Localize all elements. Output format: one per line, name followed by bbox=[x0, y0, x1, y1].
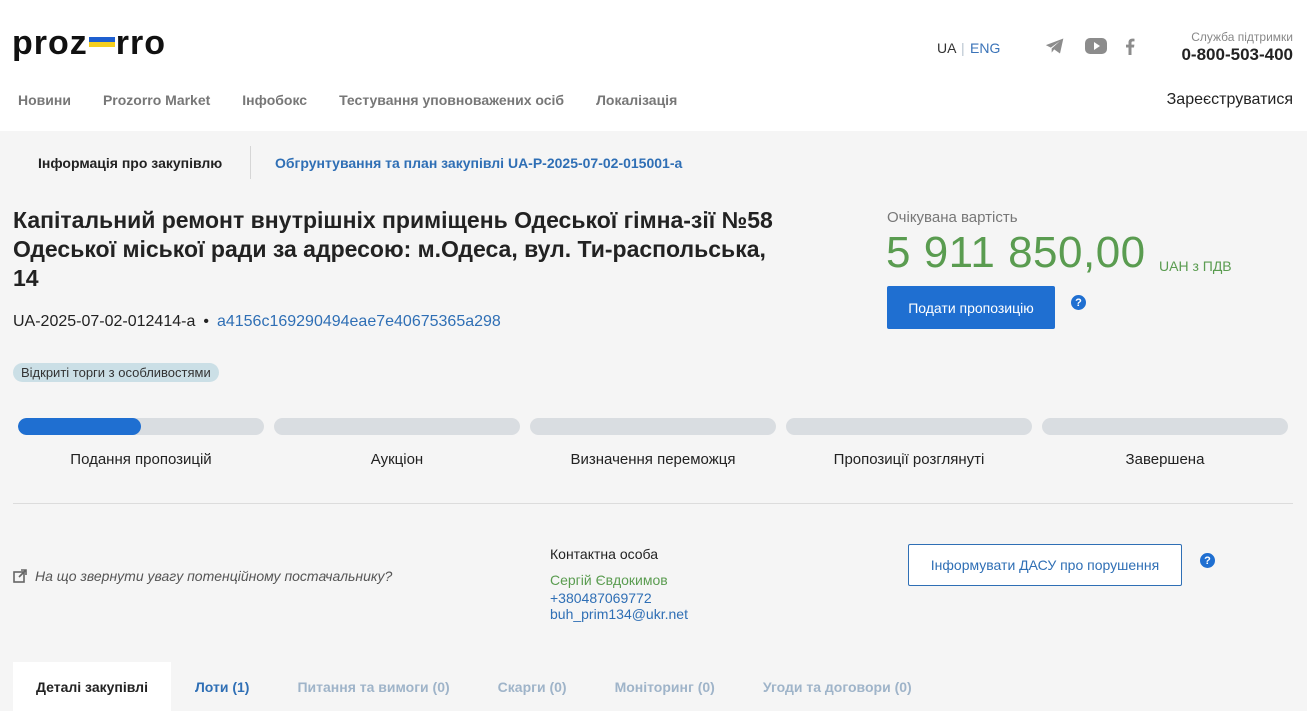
stage-complete: Завершена bbox=[1042, 418, 1288, 468]
facebook-icon[interactable] bbox=[1125, 38, 1135, 60]
expected-amount: 5 911 850,00 bbox=[886, 228, 1146, 277]
subnav-plan-link[interactable]: Обгрунтування та план закупівлі UA-P-202… bbox=[275, 155, 682, 171]
youtube-icon[interactable] bbox=[1085, 38, 1107, 59]
stage-label: Подання пропозицій bbox=[70, 451, 212, 468]
logo-text-left: proz bbox=[12, 24, 88, 62]
tab-details[interactable]: Деталі закупівлі bbox=[13, 662, 171, 711]
report-dasu-button[interactable]: Інформувати ДАСУ про порушення bbox=[908, 544, 1182, 586]
stage-label: Визначення переможця bbox=[570, 451, 736, 468]
subnav-divider bbox=[250, 146, 251, 179]
expected-value-label: Очікувана вартість bbox=[887, 209, 1018, 226]
main-nav: Новини Prozorro Market Інфобокс Тестуван… bbox=[18, 92, 677, 108]
stage-label: Завершена bbox=[1125, 451, 1205, 468]
tab-lots[interactable]: Лоти (1) bbox=[171, 662, 274, 711]
stage-auction: Аукціон bbox=[274, 418, 520, 468]
support-label: Служба підтримки bbox=[1191, 30, 1293, 44]
tab-questions[interactable]: Питання та вимоги (0) bbox=[273, 662, 473, 711]
stage-progress: Подання пропозицій Аукціон Визначення пе… bbox=[18, 418, 1288, 468]
nav-market[interactable]: Prozorro Market bbox=[103, 92, 210, 108]
help-icon[interactable]: ? bbox=[1071, 295, 1086, 310]
supplier-hint-link[interactable]: На що звернути увагу потенційному постач… bbox=[13, 568, 392, 584]
stage-submission: Подання пропозицій bbox=[18, 418, 264, 468]
tender-ids: UA-2025-07-02-012414-a • a4156c169290494… bbox=[13, 313, 501, 331]
flag-icon bbox=[88, 36, 115, 47]
stage-bar bbox=[786, 418, 1032, 435]
stage-bar bbox=[274, 418, 520, 435]
amount-currency: UAH з ПДВ bbox=[1159, 258, 1232, 274]
supplier-hint-text: На що звернути увагу потенційному постач… bbox=[35, 568, 393, 584]
prozorro-logo[interactable]: proz rro bbox=[12, 24, 166, 63]
submit-bid-button[interactable]: Подати пропозицію bbox=[887, 286, 1055, 329]
stage-reviewed: Пропозиції розглянуті bbox=[786, 418, 1032, 468]
lang-eng[interactable]: ENG bbox=[970, 40, 1000, 56]
lang-separator: | bbox=[961, 40, 965, 56]
tab-monitoring[interactable]: Моніторинг (0) bbox=[591, 662, 739, 711]
stage-label: Аукціон bbox=[370, 451, 424, 468]
external-link-icon bbox=[13, 569, 27, 583]
stage-bar bbox=[1042, 418, 1288, 435]
divider bbox=[13, 503, 1293, 504]
contact-phone[interactable]: +380487069772 bbox=[550, 590, 652, 606]
tender-title: Капітальний ремонт внутрішніх приміщень … bbox=[13, 207, 773, 291]
logo-text-right: rro bbox=[115, 24, 167, 62]
nav-news[interactable]: Новини bbox=[18, 92, 71, 108]
procedure-type-badge: Відкриті торги з особливостями bbox=[13, 363, 219, 382]
telegram-icon[interactable] bbox=[1045, 37, 1065, 60]
contact-title: Контактна особа bbox=[550, 546, 659, 562]
stage-bar bbox=[530, 418, 776, 435]
support-phone[interactable]: 0-800-503-400 bbox=[1181, 45, 1293, 65]
contact-email[interactable]: buh_prim134@ukr.net bbox=[550, 606, 688, 622]
stage-bar bbox=[18, 418, 264, 435]
tab-complaints[interactable]: Скарги (0) bbox=[474, 662, 591, 711]
id-bullet: • bbox=[203, 313, 209, 330]
tender-hash-link[interactable]: a4156c169290494eae7e40675365a298 bbox=[217, 313, 501, 331]
help-icon[interactable]: ? bbox=[1200, 553, 1215, 568]
tender-tabs: Деталі закупівлі Лоти (1) Питання та вим… bbox=[13, 662, 936, 711]
nav-testing[interactable]: Тестування уповноважених осіб bbox=[339, 92, 564, 108]
contact-name: Сергій Євдокимов bbox=[550, 572, 668, 588]
subnav-info[interactable]: Інформація про закупівлю bbox=[38, 155, 222, 171]
nav-infobox[interactable]: Інфобокс bbox=[242, 92, 307, 108]
tender-id: UA-2025-07-02-012414-a bbox=[13, 313, 196, 330]
stage-label: Пропозиції розглянуті bbox=[833, 451, 985, 468]
nav-localization[interactable]: Локалізація bbox=[596, 92, 677, 108]
tab-contracts[interactable]: Угоди та договори (0) bbox=[739, 662, 936, 711]
stage-winner: Визначення переможця bbox=[530, 418, 776, 468]
lang-ua[interactable]: UA bbox=[937, 40, 956, 56]
site-header: proz rro UA | ENG Служба підтримки 0-800… bbox=[0, 0, 1307, 131]
register-link[interactable]: Зареєструватися bbox=[1167, 91, 1293, 109]
